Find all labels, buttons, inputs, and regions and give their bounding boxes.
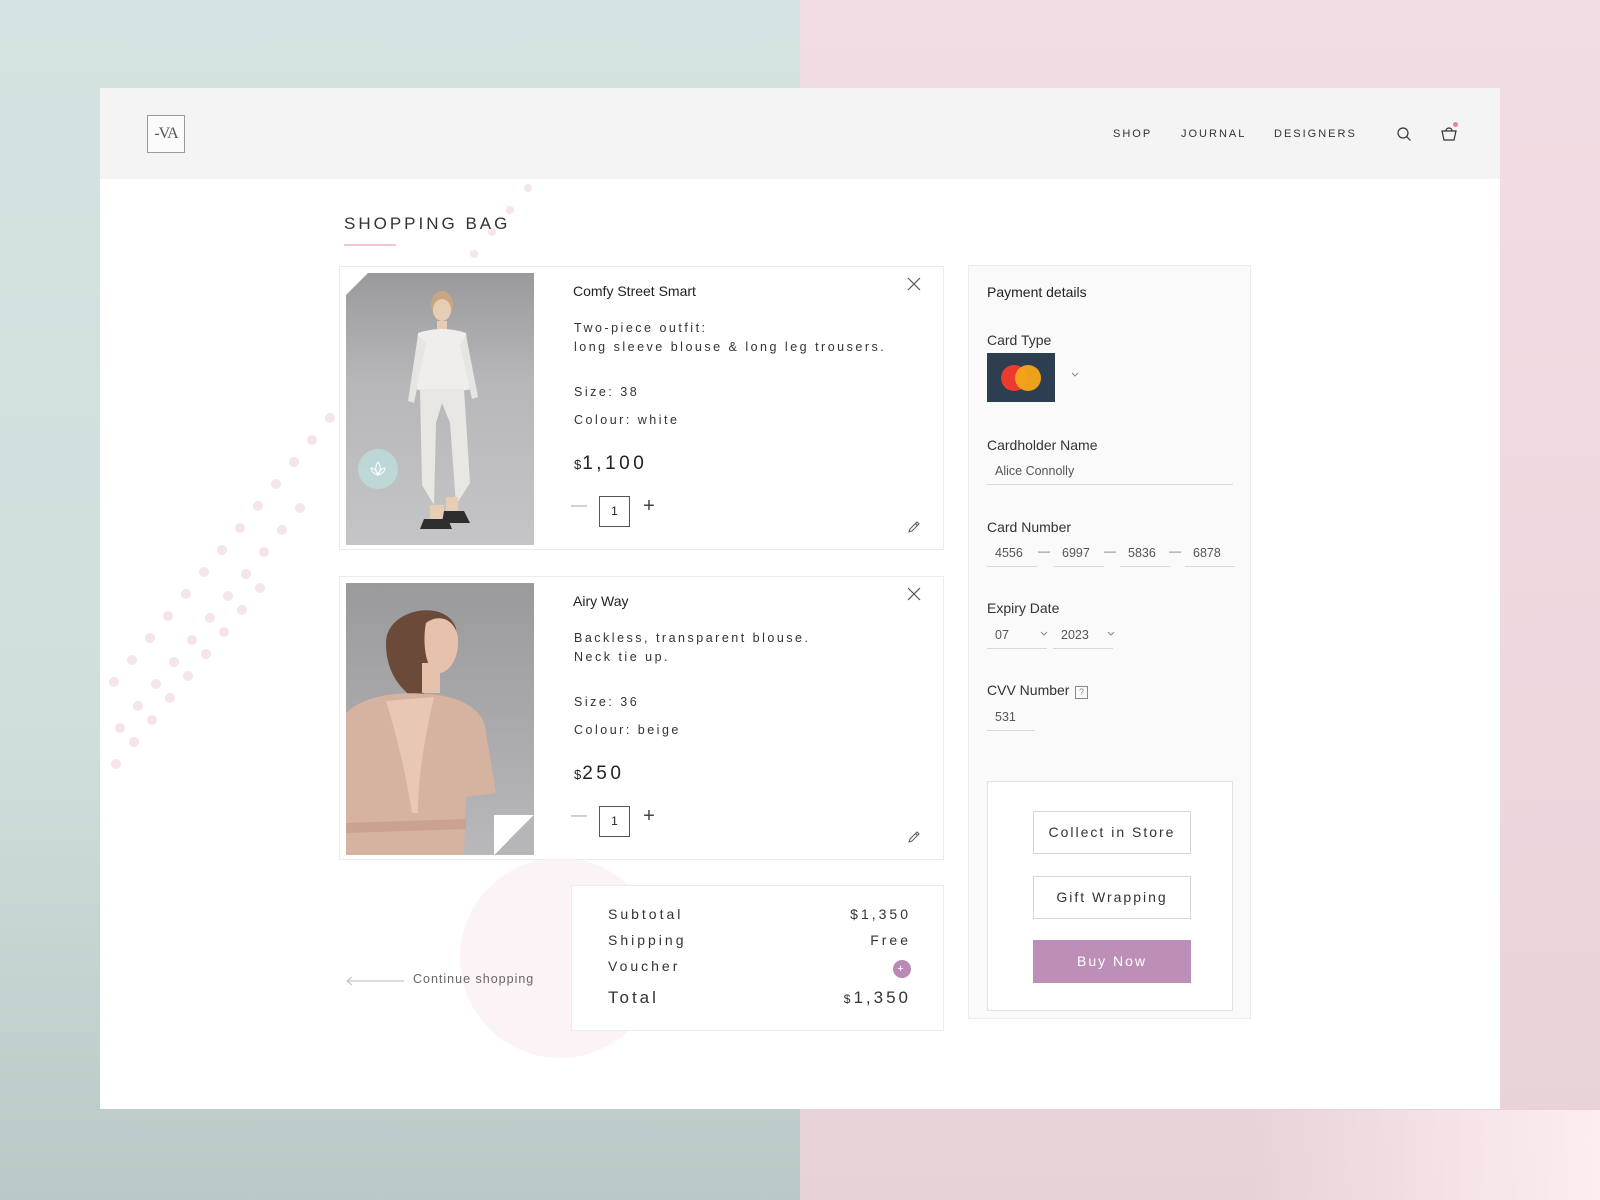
quantity-increase-button[interactable]: + xyxy=(639,496,659,516)
product-size: Size: 36 xyxy=(574,695,640,709)
card-number-group-1[interactable]: 4556 xyxy=(987,544,1037,567)
cart-item: Airy Way Backless, transparent blouse. N… xyxy=(339,576,944,860)
cart-notification-dot xyxy=(1453,122,1458,127)
cardholder-name-input[interactable]: Alice Connolly xyxy=(987,462,1233,485)
product-name: Comfy Street Smart xyxy=(573,283,696,299)
total-label: Total xyxy=(608,988,659,1007)
title-underline xyxy=(344,244,396,246)
quantity-increase-button[interactable]: + xyxy=(639,806,659,826)
currency-symbol: $ xyxy=(574,767,583,782)
lotus-badge-icon[interactable] xyxy=(358,449,398,489)
arrow-left-icon xyxy=(346,976,404,986)
buy-now-button[interactable]: Buy Now xyxy=(1033,940,1191,983)
gift-wrapping-button[interactable]: Gift Wrapping xyxy=(1033,876,1191,919)
nav-journal[interactable]: JOURNAL xyxy=(1181,128,1246,140)
quantity-decrease-button[interactable]: — xyxy=(571,806,587,826)
card-number-group-2[interactable]: 6997 xyxy=(1054,544,1104,567)
continue-shopping-label[interactable]: Continue shopping xyxy=(413,972,534,986)
card-type-label: Card Type xyxy=(987,332,1052,348)
cardholder-label: Cardholder Name xyxy=(987,437,1098,453)
product-description: Two-piece outfit: long sleeve blouse & l… xyxy=(574,321,887,354)
subtotal-row: Subtotal $1,350 xyxy=(608,906,911,922)
total-amount: 1,350 xyxy=(853,988,911,1007)
add-voucher-button[interactable]: + xyxy=(893,960,911,978)
remove-item-icon[interactable] xyxy=(905,275,923,293)
number-separator: — xyxy=(1169,544,1181,558)
shipping-value: Free xyxy=(870,932,911,948)
voucher-row: Voucher + xyxy=(608,958,911,978)
number-separator: — xyxy=(1104,544,1116,558)
product-price: $1,100 xyxy=(574,453,647,475)
product-colour: Colour: white xyxy=(574,413,680,427)
number-separator: — xyxy=(1038,544,1050,558)
payment-panel: Payment details Card Type Cardholder Nam… xyxy=(968,265,1251,1019)
subtotal-label: Subtotal xyxy=(608,906,684,922)
total-value: $1,350 xyxy=(844,988,911,1008)
brand-logo[interactable]: -VA xyxy=(147,115,185,153)
background-fade xyxy=(1250,1110,1600,1200)
card-number-group-4[interactable]: 6878 xyxy=(1185,544,1235,567)
product-description: Backless, transparent blouse. Neck tie u… xyxy=(574,631,811,664)
top-navigation-bar: -VA SHOP JOURNAL DESIGNERS xyxy=(100,88,1500,179)
expiry-month-select[interactable]: 07 xyxy=(987,626,1047,649)
shipping-label: Shipping xyxy=(608,932,687,948)
product-price: $250 xyxy=(574,763,624,785)
payment-title: Payment details xyxy=(987,284,1087,300)
voucher-label: Voucher xyxy=(608,958,681,974)
product-name: Airy Way xyxy=(573,593,629,609)
currency-symbol: $ xyxy=(843,992,854,1006)
edit-pencil-icon[interactable] xyxy=(906,519,922,535)
cvv-label: CVV Number xyxy=(987,682,1070,698)
card-number-group-3[interactable]: 5836 xyxy=(1120,544,1170,567)
product-photo[interactable] xyxy=(346,273,534,545)
app-window: -VA SHOP JOURNAL DESIGNERS SHOPPING BAG xyxy=(100,88,1500,1109)
currency-symbol: $ xyxy=(574,457,583,472)
card-type-select[interactable] xyxy=(987,353,1055,402)
product-size: Size: 38 xyxy=(574,385,640,399)
chevron-down-icon[interactable] xyxy=(1069,370,1081,380)
subtotal-value: $1,350 xyxy=(850,906,911,922)
price-value: 1,100 xyxy=(582,453,648,474)
search-icon[interactable] xyxy=(1396,126,1412,142)
remove-item-icon[interactable] xyxy=(905,585,923,603)
total-row: Total $1,350 xyxy=(608,988,911,1008)
cvv-input[interactable]: 531 xyxy=(987,708,1035,731)
checkout-options: Collect in Store Gift Wrapping Buy Now xyxy=(987,781,1233,1011)
cart-item: Comfy Street Smart Two-piece outfit: lon… xyxy=(339,266,944,550)
photo-corner-fold xyxy=(494,815,534,855)
help-icon[interactable]: ? xyxy=(1075,686,1088,699)
edit-pencil-icon[interactable] xyxy=(906,829,922,845)
expiry-year-select[interactable]: 2023 xyxy=(1053,626,1113,649)
chevron-down-icon[interactable] xyxy=(1039,630,1049,638)
page-title: SHOPPING BAG xyxy=(344,214,511,233)
model-figure xyxy=(408,291,478,529)
photo-corner-cut xyxy=(346,273,368,295)
quantity-decrease-button[interactable]: — xyxy=(571,496,587,516)
price-value: 250 xyxy=(582,763,625,784)
product-colour: Colour: beige xyxy=(574,723,681,737)
quantity-input[interactable]: 1 xyxy=(599,806,630,837)
product-photo[interactable] xyxy=(346,583,534,855)
expiry-date-label: Expiry Date xyxy=(987,600,1060,616)
card-number-label: Card Number xyxy=(987,519,1072,535)
quantity-input[interactable]: 1 xyxy=(599,496,630,527)
nav-shop[interactable]: SHOP xyxy=(1113,128,1152,140)
chevron-down-icon[interactable] xyxy=(1106,630,1116,638)
mastercard-icon-circle xyxy=(1015,364,1041,391)
order-summary: Subtotal $1,350 Shipping Free Voucher + … xyxy=(571,885,944,1031)
nav-designers[interactable]: DESIGNERS xyxy=(1274,128,1357,140)
collect-in-store-button[interactable]: Collect in Store xyxy=(1033,811,1191,854)
shipping-row: Shipping Free xyxy=(608,932,911,948)
